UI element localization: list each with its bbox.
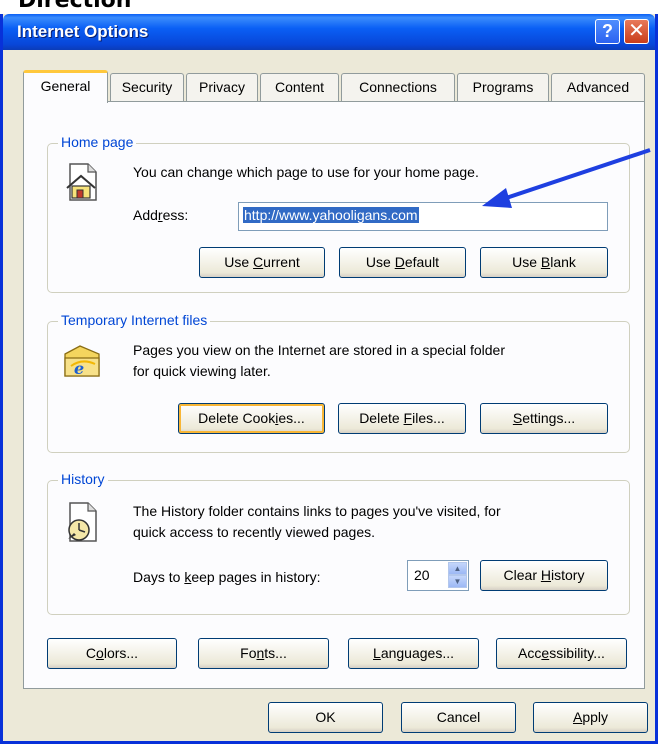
help-icon[interactable]: ? <box>595 19 620 44</box>
tab-general[interactable]: General <box>23 70 108 103</box>
days-to-keep-label: Days to keep pages in history: <box>133 569 321 585</box>
title-bar[interactable]: Internet Options ? ✕ <box>3 14 655 50</box>
tab-security[interactable]: Security <box>110 73 184 101</box>
settings-button[interactable]: Settings... <box>480 403 608 434</box>
address-input-value: http://www.yahooligans.com <box>243 207 419 223</box>
clear-history-button[interactable]: Clear History <box>480 560 608 591</box>
history-clock-icon <box>68 502 97 542</box>
use-default-button[interactable]: Use Default <box>339 247 466 278</box>
house-page-icon <box>66 163 97 201</box>
internet-options-window: Internet Options ? ✕ General Security Pr… <box>0 14 658 744</box>
stepper-up-icon[interactable]: ▲ <box>448 562 467 575</box>
tab-content[interactable]: Content <box>260 73 339 101</box>
accessibility-button[interactable]: Accessibility... <box>496 638 627 669</box>
history-line1: The History folder contains links to pag… <box>133 503 501 519</box>
use-current-button[interactable]: Use Current <box>199 247 325 278</box>
home-page-description: You can change which page to use for you… <box>133 164 479 180</box>
cancel-button[interactable]: Cancel <box>401 702 516 733</box>
tab-privacy[interactable]: Privacy <box>186 73 258 101</box>
tab-connections[interactable]: Connections <box>341 73 455 101</box>
address-input[interactable]: http://www.yahooligans.com <box>238 202 608 231</box>
address-label: Address: <box>133 207 189 223</box>
fonts-button[interactable]: Fonts... <box>198 638 329 669</box>
temp-files-line2: for quick viewing later. <box>133 363 271 379</box>
delete-files-button[interactable]: Delete Files... <box>338 403 466 434</box>
document-heading: Direction <box>18 0 132 13</box>
ie-folder-icon: e <box>64 345 100 378</box>
history-group: History The History folder contains link… <box>47 471 630 615</box>
close-icon[interactable]: ✕ <box>624 19 649 44</box>
languages-button[interactable]: Languages... <box>348 638 479 669</box>
stepper-down-icon[interactable]: ▼ <box>448 575 467 588</box>
use-blank-button[interactable]: Use Blank <box>480 247 608 278</box>
days-to-keep-stepper[interactable]: 20 ▲ ▼ <box>407 560 469 591</box>
general-tab-panel: Home page You can change which page to u… <box>23 101 645 689</box>
days-to-keep-value: 20 <box>414 567 430 583</box>
temp-files-line1: Pages you view on the Internet are store… <box>133 342 505 358</box>
ok-button[interactable]: OK <box>268 702 383 733</box>
home-page-legend: Home page <box>58 134 137 150</box>
temp-files-legend: Temporary Internet files <box>58 312 211 328</box>
window-title: Internet Options <box>17 22 149 41</box>
history-legend: History <box>58 471 108 487</box>
history-line2: quick access to recently viewed pages. <box>133 524 376 540</box>
colors-button[interactable]: Colors... <box>47 638 177 669</box>
apply-button[interactable]: Apply <box>533 702 648 733</box>
delete-cookies-button[interactable]: Delete Cookies... <box>178 403 325 434</box>
tab-advanced[interactable]: Advanced <box>551 73 645 101</box>
tab-programs[interactable]: Programs <box>457 73 549 101</box>
